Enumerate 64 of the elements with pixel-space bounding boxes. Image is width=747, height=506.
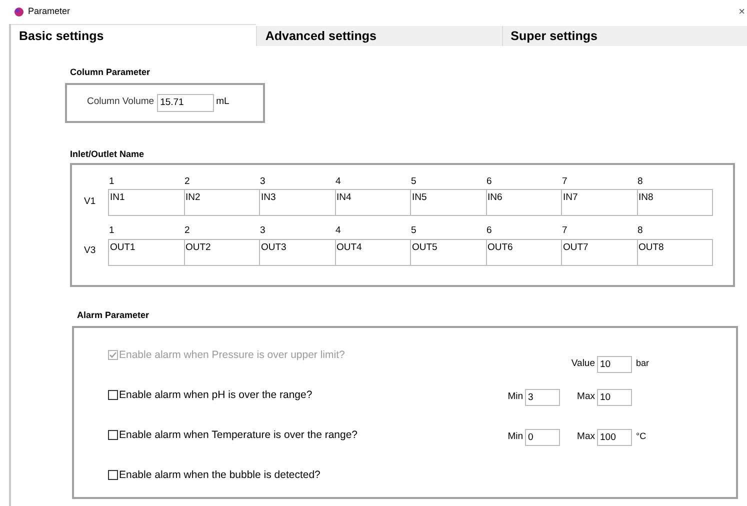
- port-number: 3: [259, 175, 266, 189]
- close-button[interactable]: ×: [738, 6, 745, 18]
- checkbox-label: Enable alarm when Temperature is over the range?: [119, 428, 358, 442]
- field-label: Min: [508, 390, 524, 404]
- port-name-field[interactable]: OUT1: [108, 238, 184, 266]
- checkbox-label: Enable alarm when Pressure is over upper limit?: [119, 348, 345, 362]
- field-label: Max: [577, 390, 595, 404]
- checkbox[interactable]: [108, 470, 118, 480]
- section-title: Alarm Parameter: [76, 309, 150, 322]
- checkbox-label: Enable alarm when pH is over the range?: [119, 388, 312, 402]
- port-name-field[interactable]: IN8: [636, 189, 713, 216]
- port-number: 7: [561, 224, 568, 238]
- port-name-field[interactable]: IN4: [334, 189, 411, 216]
- unit-label: °C: [636, 430, 646, 444]
- port-name-field[interactable]: IN1: [108, 189, 184, 216]
- port-number: 4: [334, 175, 342, 189]
- port-name-field[interactable]: IN7: [561, 189, 638, 216]
- port-name-field[interactable]: OUT7: [561, 238, 638, 266]
- section-title: Inlet/Outlet Name: [70, 148, 146, 160]
- port-name-field[interactable]: IN5: [410, 189, 486, 216]
- port-name-field[interactable]: OUT5: [410, 238, 486, 266]
- checkbox[interactable]: [108, 390, 118, 400]
- unit-label: bar: [636, 357, 650, 370]
- section-title: Column Parameter: [69, 66, 152, 79]
- port-name-field[interactable]: IN3: [259, 189, 336, 216]
- checkbox-label: Enable alarm when the bubble is detected?: [119, 468, 320, 482]
- port-name-field[interactable]: OUT4: [334, 238, 411, 266]
- port-number: 7: [561, 175, 568, 189]
- port-name-field[interactable]: OUT2: [184, 238, 260, 266]
- valve-label: V3: [83, 244, 97, 258]
- port-number: 5: [410, 224, 418, 238]
- port-name-field[interactable]: IN2: [184, 189, 260, 216]
- port-number: 8: [636, 224, 644, 238]
- checkbox[interactable]: [108, 430, 118, 440]
- port-number: 8: [636, 175, 644, 189]
- alarm-value-field[interactable]: 100: [597, 428, 632, 446]
- port-name-field[interactable]: IN6: [486, 189, 562, 216]
- tab[interactable]: Basic settings: [11, 24, 256, 48]
- port-number: 3: [259, 224, 266, 238]
- window-title: Parameter: [28, 5, 70, 18]
- alarm-value-field[interactable]: 0: [525, 428, 560, 446]
- field-label: Max: [577, 430, 595, 444]
- field-label: Column Volume: [87, 95, 154, 110]
- port-number: 1: [108, 224, 116, 238]
- port-name-field[interactable]: OUT6: [486, 238, 562, 266]
- field-label: Value: [571, 356, 595, 371]
- port-number: 6: [486, 224, 493, 238]
- port-number: 2: [184, 175, 191, 189]
- alarm-value-field[interactable]: 3: [525, 388, 560, 406]
- port-number: 1: [108, 175, 116, 189]
- port-number: 4: [334, 224, 342, 238]
- unit-label: mL: [216, 95, 230, 110]
- port-number: 2: [184, 224, 191, 238]
- port-number: 5: [410, 175, 418, 189]
- tab[interactable]: Super settings: [502, 26, 747, 46]
- tab[interactable]: Advanced settings: [256, 26, 502, 46]
- port-name-field[interactable]: OUT3: [259, 238, 336, 266]
- valve-label: V1: [83, 195, 97, 209]
- app-logo-icon: [14, 7, 24, 17]
- port-number: 6: [486, 175, 493, 189]
- column-volume-field[interactable]: 15.71: [157, 94, 214, 112]
- alarm-value-field[interactable]: 10: [597, 388, 632, 406]
- port-name-field[interactable]: OUT8: [636, 238, 713, 266]
- field-label: Min: [508, 430, 524, 444]
